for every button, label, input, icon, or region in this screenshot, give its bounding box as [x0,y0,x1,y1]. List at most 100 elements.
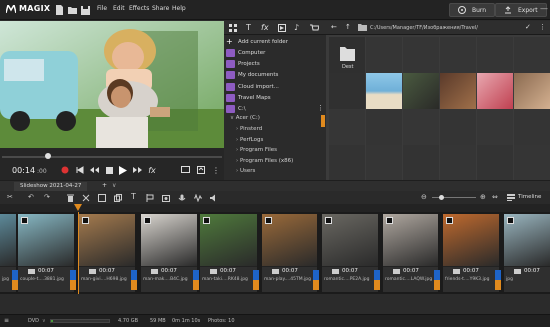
transition-marker-orange[interactable] [70,280,76,290]
fx-tab-icon[interactable]: fx [261,23,269,32]
audio-mix-icon[interactable] [194,194,202,202]
disc-type-dropdown-icon[interactable]: ∨ [42,318,46,324]
menu-file[interactable]: File [97,5,107,12]
media-thumbnail[interactable] [329,73,365,109]
clip-select-checkbox[interactable] [446,217,453,224]
tree-folder-item[interactable]: › Program Files (x86) [236,158,293,164]
quick-access-more-icon[interactable]: ⋮ [317,104,324,112]
transition-marker-orange[interactable] [313,280,319,290]
media-thumbnail[interactable] [403,145,439,181]
cut-clip-icon[interactable] [82,194,90,202]
media-thumbnail[interactable] [403,37,439,73]
transition-marker[interactable] [374,270,380,280]
clip-select-checkbox[interactable] [144,217,151,224]
menu-edit[interactable]: Edit [113,5,125,12]
transition-marker[interactable] [313,270,319,280]
to-start-icon[interactable] [75,164,85,176]
playback-scrubber[interactable] [2,156,222,158]
speaker-icon[interactable] [210,194,218,202]
media-thumbnail[interactable] [514,73,550,109]
quick-access-item[interactable]: + Add current folder [226,36,320,47]
view-options-icon[interactable]: ⇔ [492,193,498,201]
timeline-clip[interactable]: 00:07 jpg [504,214,550,292]
transition-marker[interactable] [495,270,501,280]
media-thumbnail-beach[interactable] [366,73,402,109]
folder-thumbnail[interactable]: Dest [329,37,365,73]
music-tab-icon[interactable]: ♪ [294,23,299,32]
timeline-view-icon[interactable] [507,194,515,201]
media-thumbnail[interactable] [329,145,365,181]
tree-root[interactable]: ∨ Acer (C:) [230,115,260,121]
grid-view-icon[interactable] [229,24,237,32]
clip-select-checkbox[interactable] [265,217,272,224]
burn-button[interactable]: Burn [449,3,496,17]
tree-folder-item[interactable]: › Program Files [236,147,277,153]
media-thumbnail[interactable] [403,73,439,109]
clip-select-checkbox[interactable] [21,217,28,224]
new-project-icon[interactable] [54,4,65,16]
media-thumbnail[interactable] [514,145,550,181]
transition-marker-orange[interactable] [495,280,501,290]
pool-folder-icon[interactable] [358,23,367,31]
voiceover-icon[interactable] [178,194,186,202]
media-thumbnail[interactable] [440,37,476,73]
media-thumbnail[interactable] [477,37,513,73]
disc-type[interactable]: DVD [28,318,39,324]
tree-folder-item[interactable]: › Users [236,168,255,174]
stop-icon[interactable] [104,164,114,176]
quick-access-item[interactable]: Computer [226,47,320,58]
record-button[interactable] [60,164,70,176]
quick-access-item[interactable]: C:\ [226,104,320,115]
timeline-clip[interactable]: 00:07 man-taki....RK48.jpg [200,214,257,292]
open-folder-icon[interactable] [67,4,78,16]
media-thumbnail[interactable] [329,109,365,145]
quick-access-item[interactable]: Travel Maps [226,93,320,104]
play-icon[interactable] [118,164,128,176]
back-arrow-icon[interactable]: ← [331,23,337,31]
media-thumbnail[interactable] [440,73,476,109]
tab-list-icon[interactable]: ∨ [112,182,116,189]
redo-icon[interactable]: ↷ [44,193,50,201]
media-thumbnail[interactable] [477,145,513,181]
rewind-icon[interactable] [89,164,99,176]
transition-marker[interactable] [253,270,259,280]
media-thumbnail[interactable] [477,73,513,109]
clip-select-checkbox[interactable] [507,217,514,224]
preview-more-icon[interactable]: ⋮ [212,164,220,176]
menu-effects[interactable]: Effects [129,5,149,12]
add-tab-icon[interactable]: + [102,182,107,189]
menu-share[interactable]: Share [152,5,169,12]
transition-marker[interactable] [70,270,76,280]
export-button[interactable]: Export [495,3,547,17]
forward-icon[interactable] [132,164,142,176]
store-tab-icon[interactable] [310,24,319,32]
tree-folder-item[interactable]: › PerfLogs [236,137,263,143]
tree-folder-item[interactable]: › Pinsterd [236,126,262,132]
scrubber-handle[interactable] [45,153,51,159]
zoom-out-icon[interactable]: ⊖ [421,193,427,201]
mouse-mode-icon[interactable]: ✂ [7,193,13,201]
timeline-clip[interactable]: 00:07 couple-t....3881.jpg [18,214,74,292]
media-thumbnail[interactable] [366,145,402,181]
media-thumbnail[interactable] [366,37,402,73]
transition-marker-orange[interactable] [434,280,440,290]
playhead-marker[interactable] [74,204,82,211]
transition-marker[interactable] [131,270,137,280]
transition-tab-icon[interactable] [278,24,286,32]
menu-icon[interactable]: ≡ [4,317,9,324]
media-thumbnail[interactable] [440,145,476,181]
clip-select-checkbox[interactable] [82,217,89,224]
path-text[interactable]: C:/Users/Manager/TF/Изображения/Travel/ [370,25,478,31]
text-tab-icon[interactable]: T [246,23,251,32]
transition-marker-orange[interactable] [253,280,259,290]
undo-icon[interactable]: ↶ [28,193,34,201]
timeline-view-label[interactable]: Timeline [518,194,541,200]
quick-access-item[interactable]: My documents [226,70,320,81]
chapter-marker-icon[interactable] [146,194,154,202]
media-thumbnail[interactable] [514,37,550,73]
fullscreen-icon[interactable] [196,164,206,176]
tab-slideshow[interactable]: Slideshow 2021-04-27 [14,182,88,191]
save-icon[interactable] [80,4,91,16]
timeline-clip[interactable]: 00:07 man-mak....B4C.jpg [141,214,197,292]
timeline-clip[interactable]: 00:07 man-givi....H698.jpg [79,214,135,292]
